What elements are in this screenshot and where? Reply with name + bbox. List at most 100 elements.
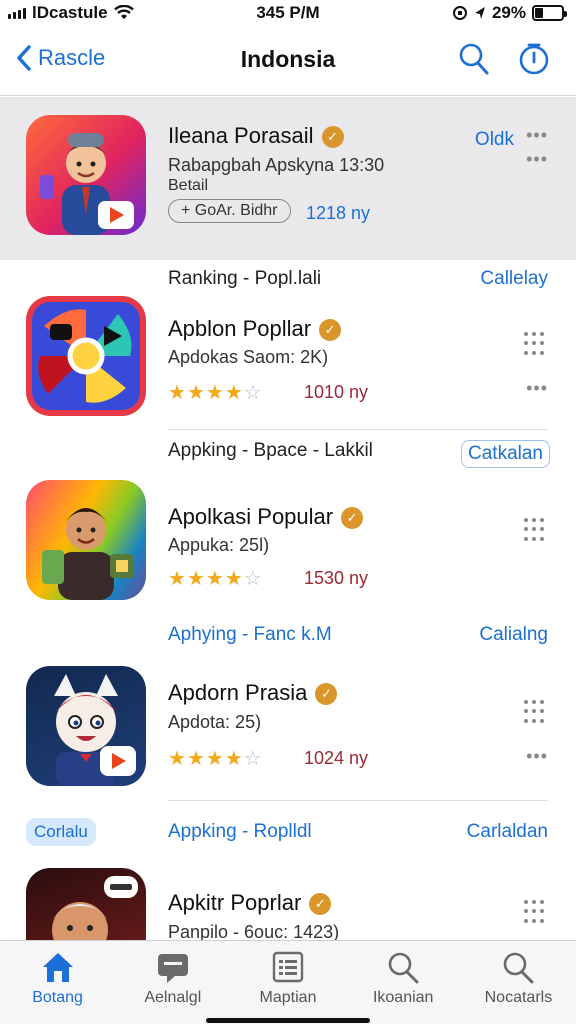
app-subtitle: Apdota: 25) <box>168 712 262 732</box>
home-indicator <box>206 1018 370 1023</box>
search-button[interactable] <box>458 42 490 81</box>
star-empty-icon: ☆ <box>243 382 263 404</box>
section-link[interactable]: Catkalan <box>461 440 550 468</box>
app-subtitle: Apdokas Saom: 2K) <box>168 347 329 367</box>
app-icon <box>26 666 146 786</box>
search-icon <box>459 43 489 75</box>
app-subtitle: Panpilo - 6ouc: 1423) <box>168 922 340 940</box>
featured-count: 1218 ny <box>306 203 371 223</box>
timer-button[interactable] <box>518 42 550 81</box>
list-icon <box>270 949 306 985</box>
tab-list[interactable]: Maptian <box>230 941 345 1024</box>
app-row[interactable]: Apblon Popllar ✓ Apdokas Saom: 2K) ★★★★☆ … <box>0 296 576 426</box>
star-filled-icon: ★ <box>205 748 225 770</box>
app-title: Apdorn Prasia <box>168 680 308 705</box>
grid-menu-icon[interactable] <box>524 700 548 724</box>
more-options-icon[interactable]: ••• <box>526 125 548 146</box>
navigation-bar: Rascle Indonsia <box>0 26 576 96</box>
section-link[interactable]: Calialng <box>479 624 548 646</box>
grid-menu-icon[interactable] <box>524 332 548 356</box>
app-count: 1010 ny <box>304 382 369 402</box>
status-right: 29% <box>452 3 567 23</box>
featured-app-row[interactable]: Ileana Porasail ✓ Rabapgbah Apskyna 13:30… <box>0 97 576 260</box>
tab-chat[interactable]: Aelnalgl <box>115 941 230 1024</box>
verified-badge-icon: ✓ <box>309 893 332 915</box>
featured-action-link[interactable]: Oldk <box>475 129 514 151</box>
star-rating: ★★★★☆ <box>168 566 263 591</box>
verified-badge-icon: ✓ <box>315 683 338 705</box>
star-empty-icon: ☆ <box>243 748 263 770</box>
divider <box>168 429 548 430</box>
home-icon <box>40 949 76 985</box>
star-filled-icon: ★ <box>186 382 206 404</box>
tab-search-2[interactable]: Nocatarls <box>461 941 576 1024</box>
star-filled-icon: ★ <box>168 748 187 770</box>
verified-badge-icon: ✓ <box>321 126 344 148</box>
cat-character-icon <box>54 674 136 786</box>
person-icon <box>52 876 138 940</box>
rotation-lock-icon <box>452 6 467 20</box>
timer-icon <box>519 43 549 75</box>
battery-percent: 29% <box>491 3 526 22</box>
section-link[interactable]: Carlaldan <box>467 821 548 843</box>
star-empty-icon: ☆ <box>243 568 263 590</box>
person-icon <box>40 133 134 235</box>
tab-label: Aelnalgl <box>144 989 202 1006</box>
grid-menu-icon[interactable] <box>524 900 548 924</box>
star-filled-icon: ★ <box>224 568 244 590</box>
tab-bar: Botang Aelnalgl Maptian Ikoanian Nocatar… <box>0 940 576 1024</box>
more-options-icon[interactable]: ••• <box>526 378 548 399</box>
app-count: 1530 ny <box>304 568 369 588</box>
tab-label: Ikoanian <box>372 989 434 1006</box>
app-row[interactable]: Apkitr Poprlar ✓ Panpilo - 6ouc: 1423) <box>0 868 576 940</box>
app-icon <box>26 480 146 600</box>
grid-menu-icon[interactable] <box>524 518 548 542</box>
app-title: Apblon Popllar <box>168 316 312 341</box>
app-row[interactable]: Apolkasi Popular ✓ Appuka: 25l) ★★★★☆ 153… <box>0 480 576 605</box>
tab-home[interactable]: Botang <box>0 941 115 1024</box>
app-icon <box>26 868 146 940</box>
app-title: Apolkasi Popular <box>168 504 334 529</box>
app-name: Apolkasi Popular ✓ <box>168 504 364 530</box>
status-bar: lDcastule 345 P/M 29% <box>0 0 576 26</box>
search-icon <box>500 949 536 985</box>
app-icon <box>26 296 146 416</box>
verified-badge-icon: ✓ <box>319 319 342 341</box>
featured-tag-pill[interactable]: + GoAr. Bidhr <box>168 199 291 223</box>
star-filled-icon: ★ <box>224 748 244 770</box>
section-heading: Aphying - Fanc k.M <box>168 624 332 645</box>
star-filled-icon: ★ <box>168 382 187 404</box>
filter-chip[interactable]: Corlalu <box>26 818 96 846</box>
tab-search[interactable]: Ikoanian <box>346 941 461 1024</box>
featured-app-subtitle: Rabapgbah Apskyna 13:30 <box>168 155 385 175</box>
featured-app-subtitle-2: Betail <box>168 177 209 194</box>
tab-label: Nocatarls <box>484 989 553 1006</box>
app-title: Apkitr Poprlar <box>168 890 302 915</box>
search-icon <box>385 949 421 985</box>
app-name: Apkitr Poprlar ✓ <box>168 890 332 916</box>
section-heading: Ranking - Popl.lali <box>168 268 322 289</box>
battery-icon <box>532 5 567 21</box>
featured-app-title: Ileana Porasail <box>168 123 314 148</box>
star-rating: ★★★★☆ <box>168 380 263 405</box>
star-filled-icon: ★ <box>168 568 187 590</box>
person-icon <box>42 508 134 600</box>
app-subtitle: Appuka: 25l) <box>168 535 270 555</box>
location-icon <box>474 7 485 19</box>
star-rating: ★★★★☆ <box>168 746 263 771</box>
app-row[interactable]: Apdorn Prasia ✓ Apdota: 25) ★★★★☆ 1024 ny… <box>0 666 576 791</box>
section-link[interactable]: Callelay <box>480 268 548 290</box>
tab-label: Botang <box>32 989 83 1006</box>
more-options-icon[interactable]: ••• <box>526 746 548 767</box>
app-name: Apblon Popllar ✓ <box>168 316 342 342</box>
app-name: Apdorn Prasia ✓ <box>168 680 338 706</box>
star-filled-icon: ★ <box>186 568 206 590</box>
star-filled-icon: ★ <box>205 568 225 590</box>
featured-app-icon <box>26 115 146 235</box>
section-heading: Appking - Bpace - Lakkil <box>168 440 373 461</box>
tab-label: Maptian <box>259 989 317 1006</box>
app-count: 1024 ny <box>304 748 369 768</box>
more-options-icon[interactable]: ••• <box>526 149 548 170</box>
pinwheel-icon <box>32 302 140 410</box>
divider <box>168 800 548 801</box>
